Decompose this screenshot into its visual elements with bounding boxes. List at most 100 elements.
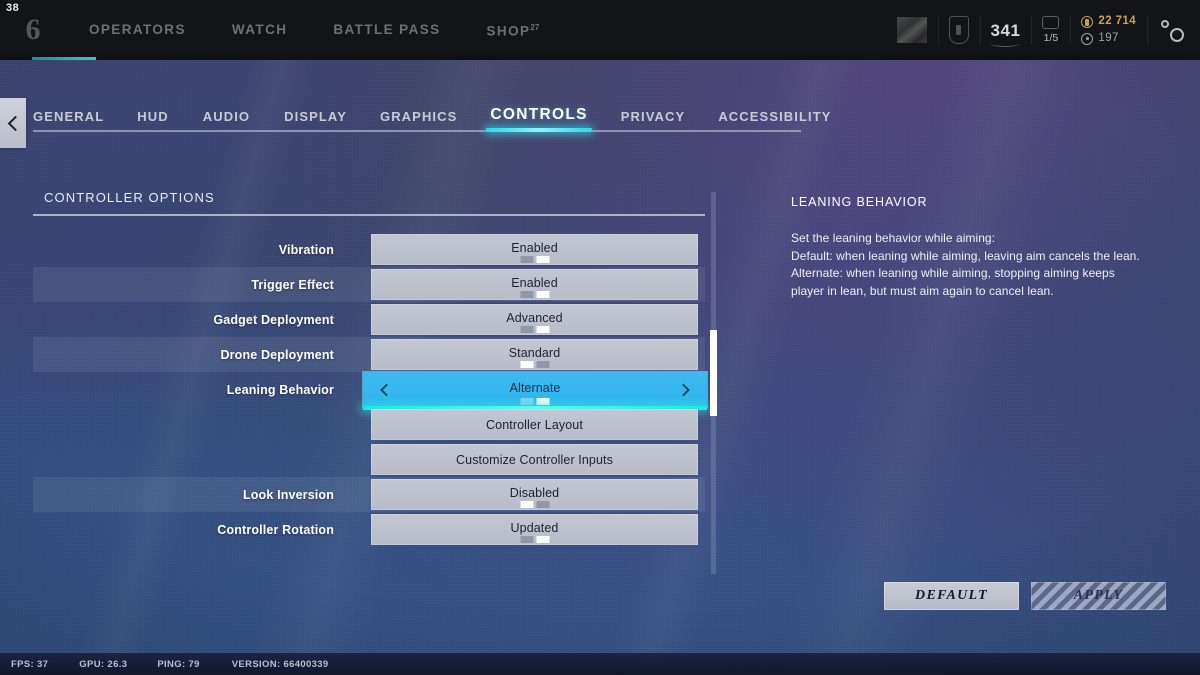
value-position-indicator xyxy=(520,256,549,263)
tab-controls[interactable]: CONTROLS xyxy=(490,106,587,130)
tab-hud[interactable]: HUD xyxy=(137,109,168,130)
top-nav-links: OPERATORS WATCH BATTLE PASS SHOP27 xyxy=(66,0,562,60)
top-navigation-bar: 6 OPERATORS WATCH BATTLE PASS SHOP27 341… xyxy=(0,0,1200,60)
setting-control-controller-rotation[interactable]: Updated xyxy=(371,514,698,545)
setting-value: Advanced xyxy=(506,311,563,325)
tab-audio[interactable]: AUDIO xyxy=(203,109,250,130)
indicator-dot xyxy=(536,361,549,368)
setting-value: Customize Controller Inputs xyxy=(456,452,613,467)
chevron-right-icon[interactable] xyxy=(677,383,690,396)
setting-row: Controller Layout xyxy=(0,407,740,442)
emblem-icon xyxy=(948,16,969,44)
clan-emblem[interactable] xyxy=(937,0,980,60)
settings-screen: 38 6 OPERATORS WATCH BATTLE PASS SHOP27 … xyxy=(0,0,1200,675)
tabs-divider xyxy=(33,130,801,132)
indicator-dot xyxy=(536,536,549,543)
setting-control-trigger-effect[interactable]: Enabled xyxy=(371,269,698,300)
setting-value: Alternate xyxy=(509,381,561,395)
setting-row: Gadget Deployment Advanced xyxy=(0,302,740,337)
avatar-image xyxy=(896,17,927,43)
nav-link-watch[interactable]: WATCH xyxy=(209,0,311,60)
value-position-indicator xyxy=(520,398,550,405)
setting-row: Leaning Behavior Alternate xyxy=(0,372,740,410)
action-buttons: DEFAULT APPLY xyxy=(884,582,1166,610)
player-level[interactable]: 341 xyxy=(979,0,1032,60)
value-position-indicator xyxy=(520,326,549,333)
wreath-icon xyxy=(990,40,1021,47)
controller-options-panel: CONTROLLER OPTIONS Vibration Enabled Trigg… xyxy=(0,190,740,590)
status-version: VERSION: 66400339 xyxy=(231,658,329,670)
tab-privacy[interactable]: PRIVACY xyxy=(621,109,686,130)
shop-badge: 27 xyxy=(530,23,540,33)
description-line: Alternate: when leaning while aiming, st… xyxy=(791,266,1115,298)
setting-value: Updated xyxy=(510,521,559,535)
value-position-indicator xyxy=(520,536,549,543)
gear-icon xyxy=(1160,18,1184,42)
indicator-dot xyxy=(520,256,533,263)
setting-control-gadget-deployment[interactable]: Advanced xyxy=(371,304,698,335)
indicator-dot xyxy=(520,398,534,405)
setting-value: Enabled xyxy=(511,276,558,290)
setting-value: Enabled xyxy=(511,241,558,255)
indicator-dot xyxy=(520,501,533,508)
value-position-indicator xyxy=(520,361,549,368)
setting-label: Vibration xyxy=(278,242,334,257)
setting-row: Vibration Enabled xyxy=(0,232,740,267)
setting-label: Drone Deployment xyxy=(220,347,334,362)
r6-credits-icon xyxy=(1081,15,1094,28)
fps-overlay-counter: 38 xyxy=(6,2,20,14)
tab-accessibility[interactable]: ACCESSIBILITY xyxy=(718,109,831,130)
settings-button[interactable] xyxy=(1147,0,1200,60)
chevron-left-icon xyxy=(7,115,23,131)
indicator-dot xyxy=(536,291,549,298)
squad-icon xyxy=(1042,16,1060,30)
setting-label: Controller Rotation xyxy=(217,522,334,537)
default-button[interactable]: DEFAULT xyxy=(884,582,1019,610)
setting-value: Standard xyxy=(508,346,561,360)
action-button-customize-controller-inputs[interactable]: Customize Controller Inputs xyxy=(371,444,698,475)
setting-control-leaning-behavior[interactable]: Alternate xyxy=(363,372,707,410)
tab-display[interactable]: DISPLAY xyxy=(284,109,347,130)
nav-link-operators[interactable]: OPERATORS xyxy=(66,0,209,60)
value-position-indicator xyxy=(520,501,549,508)
tab-general[interactable]: GENERAL xyxy=(33,109,104,130)
setting-row: Customize Controller Inputs xyxy=(0,442,740,477)
squad-status[interactable]: 1/5 xyxy=(1031,0,1070,60)
description-panel: LEANING BEHAVIOR Set the leaning behavio… xyxy=(791,195,1171,300)
active-tab-underline xyxy=(486,128,592,132)
setting-control-look-inversion[interactable]: Disabled xyxy=(371,479,698,510)
indicator-dot xyxy=(520,291,533,298)
setting-label: Leaning Behavior xyxy=(226,382,334,397)
setting-label: Look Inversion xyxy=(242,487,334,502)
avatar[interactable] xyxy=(886,0,938,60)
description-body: Set the leaning behavior while aiming: D… xyxy=(791,230,1151,300)
section-divider xyxy=(33,214,705,216)
nav-link-shop[interactable]: SHOP27 xyxy=(464,0,563,62)
indicator-dot xyxy=(536,501,549,508)
setting-label: Gadget Deployment xyxy=(213,312,334,327)
description-line: Set the leaning behavior while aiming: xyxy=(791,231,996,245)
section-title: CONTROLLER OPTIONS xyxy=(44,190,215,205)
settings-scrollbar-thumb[interactable] xyxy=(710,330,717,416)
back-button[interactable] xyxy=(0,98,26,148)
apply-button[interactable]: APPLY xyxy=(1031,582,1166,610)
indicator-dot xyxy=(520,361,533,368)
chevron-left-icon[interactable] xyxy=(380,383,393,396)
indicator-dot xyxy=(536,398,550,405)
alpha-packs[interactable]: 197 xyxy=(1081,32,1118,45)
tab-graphics[interactable]: GRAPHICS xyxy=(380,109,457,130)
setting-row: Trigger Effect Enabled xyxy=(0,267,740,302)
currency-cluster[interactable]: 22 714 197 xyxy=(1070,0,1147,60)
logo-active-underline xyxy=(32,57,96,60)
action-button-controller-layout[interactable]: Controller Layout xyxy=(371,409,698,440)
setting-control-drone-deployment[interactable]: Standard xyxy=(371,339,698,370)
settings-tabs: GENERAL HUD AUDIO DISPLAY GRAPHICS CONTROLS PR… xyxy=(33,98,830,134)
indicator-dot xyxy=(520,536,533,543)
setting-row: Look Inversion Disabled xyxy=(0,477,740,512)
r6-credits[interactable]: 22 714 xyxy=(1081,15,1136,28)
status-fps: FPS: 37 xyxy=(11,658,49,670)
alpha-pack-icon xyxy=(1081,32,1094,45)
setting-control-vibration[interactable]: Enabled xyxy=(371,234,698,265)
nav-link-battle-pass[interactable]: BATTLE PASS xyxy=(310,0,463,60)
description-line: Default: when leaning while aiming, leav… xyxy=(791,248,1140,263)
